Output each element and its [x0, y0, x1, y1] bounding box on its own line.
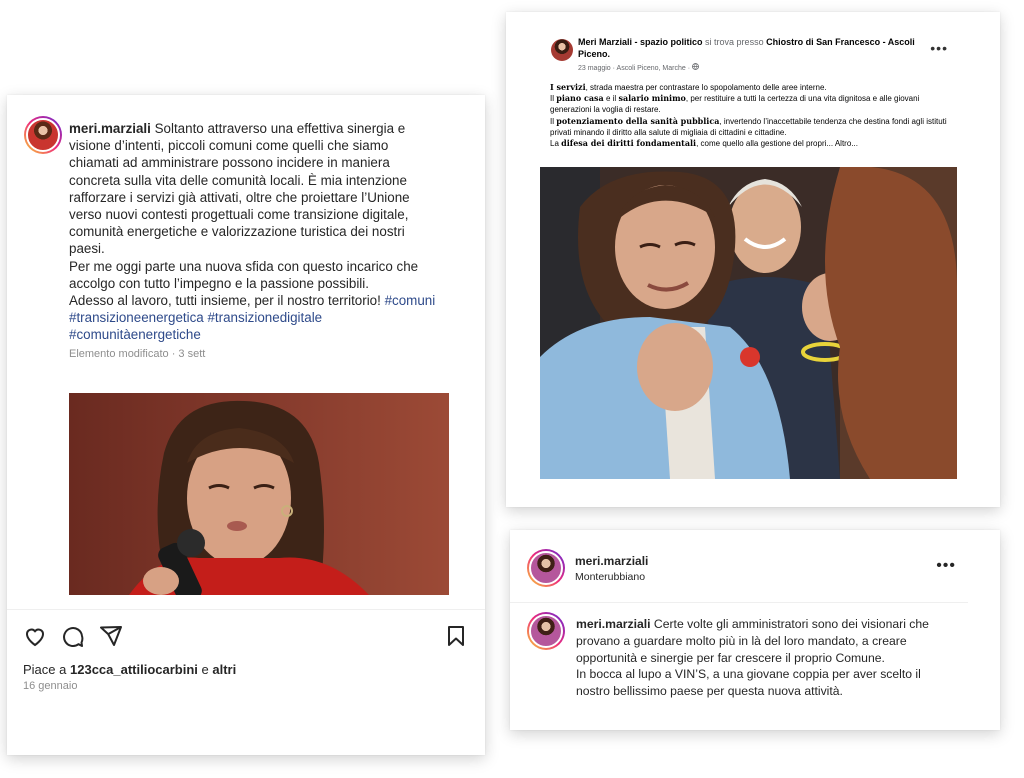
- likes-others-link[interactable]: altri: [212, 662, 236, 677]
- heart-icon[interactable]: [23, 624, 47, 648]
- instagram-post-right: meri.marziali Monterubbiano ••• meri.mar…: [510, 530, 1000, 730]
- username[interactable]: meri.marziali: [69, 121, 151, 136]
- avatar[interactable]: [527, 549, 565, 587]
- post-date: 16 gennaio: [23, 680, 78, 692]
- more-horizontal-icon[interactable]: •••: [930, 40, 948, 56]
- likes-line: Piace a 123cca_attiliocarbini e altri: [23, 662, 237, 677]
- see-more-link[interactable]: , come quello alla gestione del propri..…: [696, 139, 858, 148]
- username[interactable]: meri.marziali: [575, 554, 648, 568]
- post-subline: 23 maggio · Ascoli Piceno, Marche ·: [578, 63, 699, 72]
- bookmark-icon[interactable]: [444, 624, 468, 648]
- post-photo[interactable]: [540, 167, 957, 479]
- avatar[interactable]: [551, 39, 573, 61]
- facebook-post: Meri Marziali - spazio politico si trova…: [506, 12, 1000, 507]
- hashtag-link[interactable]: #comunitàenergetiche: [69, 327, 201, 342]
- hashtag-link[interactable]: #transizionedigitale: [207, 310, 322, 325]
- location-link[interactable]: Monterubbiano: [575, 571, 645, 583]
- globe-icon: [692, 63, 699, 70]
- share-icon[interactable]: [99, 624, 123, 648]
- post-text: I servizi, strada maestra per contrastar…: [550, 82, 947, 149]
- caption-avatar[interactable]: [527, 612, 565, 650]
- post-meta: Elemento modificato · 3 sett: [69, 348, 206, 360]
- post-header: Meri Marziali - spazio politico si trova…: [578, 37, 915, 59]
- liker-username[interactable]: 123cca_attiliocarbini: [70, 662, 198, 677]
- more-horizontal-icon[interactable]: •••: [936, 557, 956, 575]
- post-caption: meri.marziali Soltanto attraverso una ef…: [69, 121, 436, 343]
- caption-username[interactable]: meri.marziali: [576, 617, 651, 631]
- instagram-post-left: meri.marziali Soltanto attraverso una ef…: [7, 95, 485, 755]
- divider: [510, 602, 968, 603]
- post-caption: meri.marziali Certe volte gli amministra…: [576, 617, 929, 699]
- comment-icon[interactable]: [61, 624, 85, 648]
- avatar[interactable]: [24, 116, 62, 154]
- post-actions-bar: [7, 609, 485, 659]
- hashtag-link[interactable]: #comuni: [385, 293, 436, 308]
- hashtag-link[interactable]: #transizioneenergetica: [69, 310, 204, 325]
- post-photo[interactable]: [69, 393, 449, 595]
- author-name[interactable]: Meri Marziali - spazio politico: [578, 37, 703, 47]
